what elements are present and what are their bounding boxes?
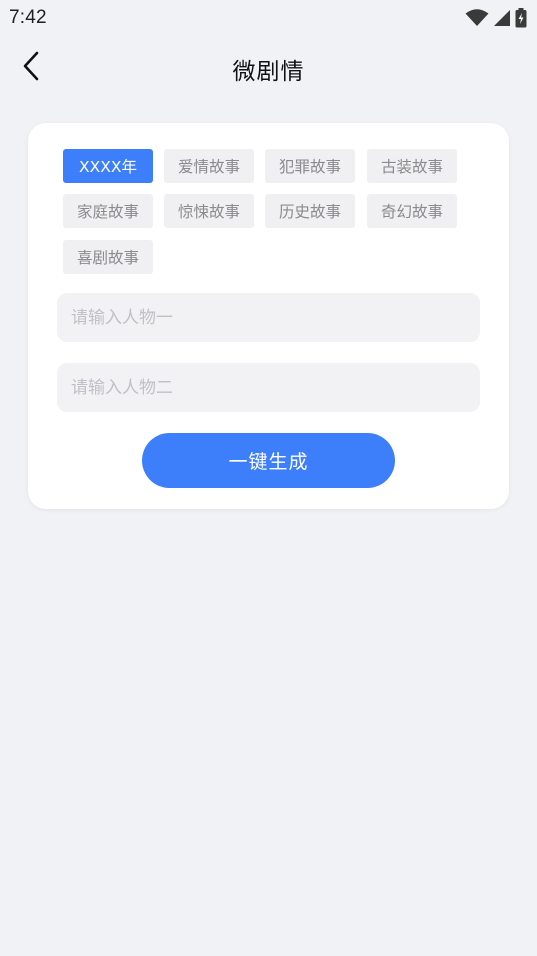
tag-thriller[interactable]: 惊悚故事: [164, 194, 254, 228]
tag-crime[interactable]: 犯罪故事: [265, 149, 355, 183]
tag-comedy[interactable]: 喜剧故事: [63, 240, 153, 274]
cellular-signal-icon: [493, 9, 511, 27]
tag-year[interactable]: XXXX年: [63, 149, 153, 183]
tag-fantasy[interactable]: 奇幻故事: [367, 194, 457, 228]
status-time: 7:42: [9, 7, 47, 28]
tag-costume[interactable]: 古装故事: [367, 149, 457, 183]
tag-history[interactable]: 历史故事: [265, 194, 355, 228]
page-title: 微剧情: [232, 59, 305, 85]
tag-family[interactable]: 家庭故事: [63, 194, 153, 228]
character-two-input[interactable]: [57, 363, 480, 412]
wifi-icon: [465, 9, 489, 27]
character-two-field: [57, 363, 480, 412]
status-icons: [465, 8, 527, 28]
character-one-input[interactable]: [57, 293, 480, 342]
generate-button[interactable]: 一键生成: [142, 433, 395, 488]
story-generator-card: XXXX年 爱情故事 犯罪故事 古装故事 家庭故事 惊悚故事 历史故事 奇幻故事…: [28, 123, 509, 509]
app-header: 微剧情: [0, 36, 537, 102]
character-one-field: [57, 293, 480, 342]
tag-romance[interactable]: 爱情故事: [164, 149, 254, 183]
status-bar: 7:42: [0, 0, 537, 36]
battery-charging-icon: [515, 8, 527, 28]
